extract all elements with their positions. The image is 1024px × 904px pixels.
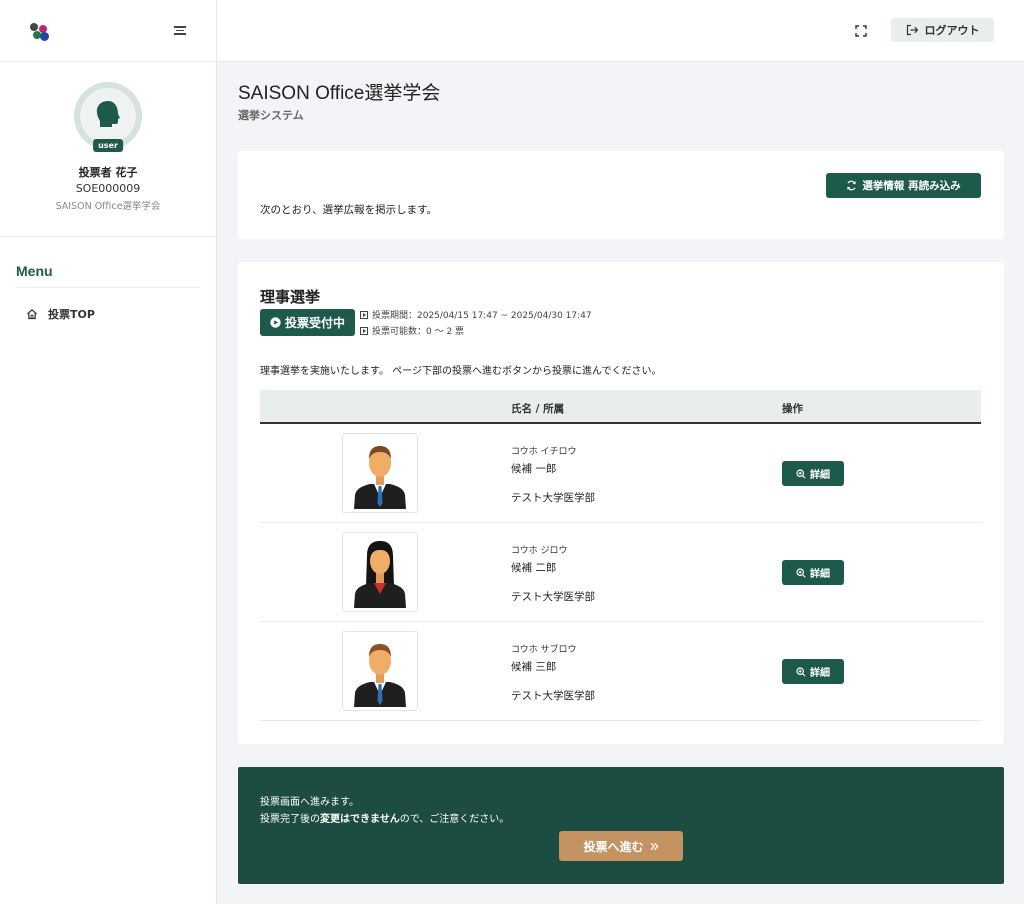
candidate-name: 候補 三郎 xyxy=(511,661,557,673)
top-bar: ログアウト xyxy=(217,0,1024,62)
candidate-table: 氏名 / 所属 操作 コウホ イチロウ 候補 一郎 テスト大学医学部 詳細 コウ… xyxy=(260,390,981,721)
logout-button[interactable]: ログアウト xyxy=(891,18,994,42)
logout-label: ログアウト xyxy=(924,24,980,37)
proceed-card: 投票画面へ進みます。 投票完了後の変更はできませんので、ご注意ください。 投票へ… xyxy=(238,767,1004,884)
vote-count-text: 投票可能数：0 ～ 2 票 xyxy=(372,327,465,337)
column-header-action: 操作 xyxy=(782,403,803,415)
male-candidate-icon xyxy=(354,446,406,509)
page-subtitle: 選挙システム xyxy=(238,109,304,122)
proceed-label: 投票へ進む xyxy=(583,839,644,854)
detail-button[interactable]: 詳細 xyxy=(782,659,844,684)
candidate-info: コウホ ジロウ 候補 二郎 テスト大学医学部 xyxy=(511,543,595,604)
candidate-affiliation: テスト大学医学部 xyxy=(511,690,595,702)
user-name: 投票者 花子 xyxy=(78,166,138,179)
proceed-to-vote-button[interactable]: 投票へ進む xyxy=(559,831,683,861)
candidate-photo xyxy=(342,532,418,612)
home-icon xyxy=(27,309,37,320)
zoom-in-icon xyxy=(796,468,806,479)
logo[interactable] xyxy=(30,21,54,41)
candidate-kana: コウホ サブロウ xyxy=(511,645,577,655)
notice-text-pre: 投票完了後の xyxy=(260,814,320,825)
square-play-icon xyxy=(360,310,368,319)
candidate-affiliation: テスト大学医学部 xyxy=(511,591,595,603)
election-card: 理事選挙 投票受付中 投票期間：2025/04/15 17:47 ~ 2025/… xyxy=(238,262,1004,744)
notice-text-warning: 変更はできません xyxy=(320,814,400,825)
status-badge: 投票受付中 xyxy=(260,309,355,336)
proceed-notice-line2: 投票完了後の変更はできませんので、ご注意ください。 xyxy=(260,810,509,825)
candidate-photo xyxy=(342,433,418,513)
avatar: user xyxy=(74,82,142,152)
user-organization: SAISON Office選挙学会 xyxy=(55,201,161,212)
voting-period-text: 投票期間：2025/04/15 17:47 ~ 2025/04/30 17:47 xyxy=(372,311,592,321)
notice-text-post: ので、ご注意ください。 xyxy=(399,814,510,825)
candidate-affiliation: テスト大学医学部 xyxy=(511,492,595,504)
detail-label: 詳細 xyxy=(810,668,830,679)
election-description: 理事選挙を実施いたします。 ページ下部の投票へ進むボタンから投票に進んでください… xyxy=(260,366,662,377)
sidebar-item-label: 投票TOP xyxy=(48,308,95,321)
detail-button[interactable]: 詳細 xyxy=(782,461,844,486)
zoom-in-icon xyxy=(796,567,806,578)
candidate-kana: コウホ ジロウ xyxy=(511,546,568,556)
reload-election-button[interactable]: 選挙情報 再読み込み xyxy=(826,173,981,198)
vote-count: 投票可能数：0 ～ 2 票 xyxy=(360,324,464,337)
candidate-info: コウホ イチロウ 候補 一郎 テスト大学医学部 xyxy=(511,444,595,505)
user-role-badge: user xyxy=(93,139,123,152)
detail-label: 詳細 xyxy=(810,569,830,580)
female-candidate-icon xyxy=(354,541,406,608)
square-play-icon xyxy=(360,326,368,335)
logout-icon xyxy=(906,24,918,36)
sidebar: user 投票者 花子 SOE000009 SAISON Office選挙学会 … xyxy=(0,0,217,904)
reload-label: 選挙情報 再読み込み xyxy=(862,180,961,192)
page-title: SAISON Office選挙学会 xyxy=(238,83,441,104)
voting-period: 投票期間：2025/04/15 17:47 ~ 2025/04/30 17:47 xyxy=(360,308,592,321)
play-circle-icon xyxy=(270,317,281,328)
sidebar-item-vote-top[interactable]: 投票TOP xyxy=(0,288,216,340)
male-candidate-icon xyxy=(354,644,406,707)
zoom-in-icon xyxy=(796,666,806,677)
user-id: SOE000009 xyxy=(75,182,141,195)
table-row: コウホ ジロウ 候補 二郎 テスト大学医学部 詳細 xyxy=(260,523,981,622)
detail-label: 詳細 xyxy=(810,470,830,481)
user-head-icon xyxy=(96,101,120,127)
menu-toggle-icon[interactable] xyxy=(174,26,186,35)
brand-bar xyxy=(0,0,216,62)
menu-heading: Menu xyxy=(16,263,200,288)
table-row: コウホ イチロウ 候補 一郎 テスト大学医学部 詳細 xyxy=(260,424,981,523)
fullscreen-icon[interactable] xyxy=(854,24,868,38)
candidate-info: コウホ サブロウ 候補 三郎 テスト大学医学部 xyxy=(511,642,595,703)
candidate-name: 候補 二郎 xyxy=(511,562,557,574)
detail-button[interactable]: 詳細 xyxy=(782,560,844,585)
candidate-photo xyxy=(342,631,418,711)
user-profile: user 投票者 花子 SOE000009 SAISON Office選挙学会 xyxy=(0,62,216,237)
notice-text: 次のとおり、選挙広報を掲示します。 xyxy=(260,204,438,216)
candidate-kana: コウホ イチロウ xyxy=(511,447,577,457)
info-card: 選挙情報 再読み込み 次のとおり、選挙広報を掲示します。 xyxy=(238,151,1004,239)
table-row: コウホ サブロウ 候補 三郎 テスト大学医学部 詳細 xyxy=(260,622,981,721)
proceed-notice-line1: 投票画面へ進みます。 xyxy=(260,797,359,808)
candidate-name: 候補 一郎 xyxy=(511,463,557,475)
double-chevron-right-icon xyxy=(650,842,658,850)
column-header-name: 氏名 / 所属 xyxy=(511,403,565,415)
refresh-icon xyxy=(847,180,857,191)
status-label: 投票受付中 xyxy=(284,316,345,330)
election-title: 理事選挙 xyxy=(260,288,321,306)
table-header: 氏名 / 所属 操作 xyxy=(260,390,981,424)
